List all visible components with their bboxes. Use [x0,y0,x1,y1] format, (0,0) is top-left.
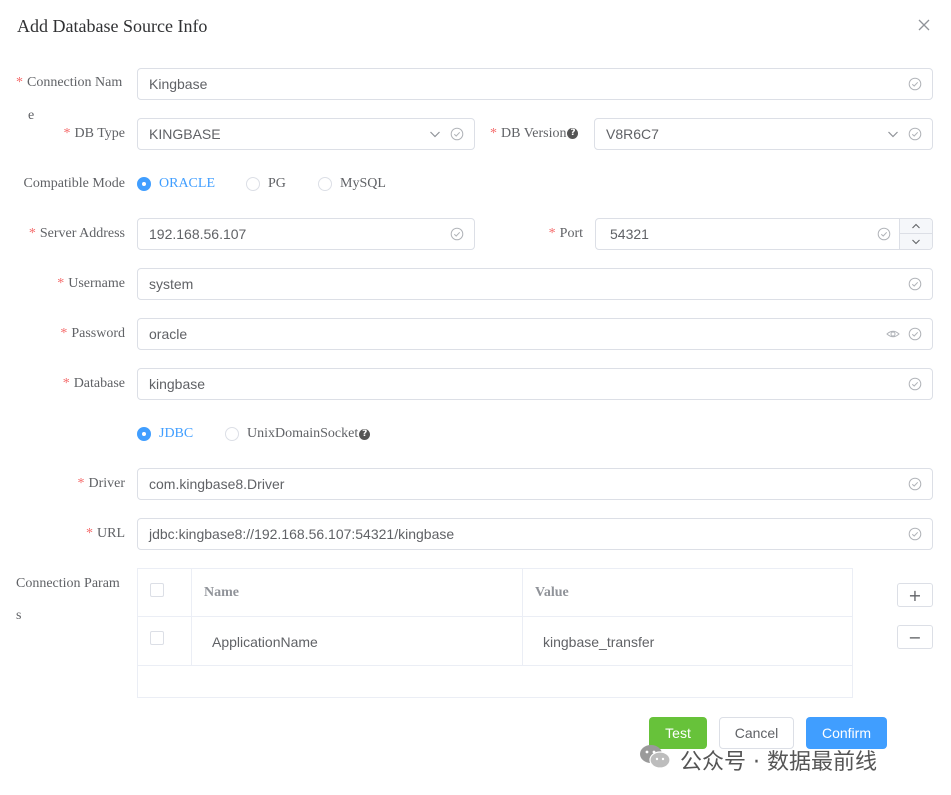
eye-icon[interactable] [886,327,900,341]
check-circle-icon [908,327,922,341]
connection-params-label: Connection Param [16,576,120,591]
connection-name-label: * Connection Nam [16,75,123,90]
radio-dot[interactable] [137,427,151,441]
db-type-label: * DB Type [63,126,125,141]
radio-mysql[interactable]: MySQL [318,176,386,192]
remove-param-button[interactable]: − [897,625,933,649]
db-type-select[interactable]: KINGBASE [137,118,475,150]
password-label: * Password [60,326,125,341]
port-increase-button[interactable] [899,219,932,234]
database-label: * Database [62,376,125,391]
radio-dot[interactable] [137,177,151,191]
username-input[interactable]: system [137,268,933,300]
check-circle-icon [908,477,922,491]
password-value: oracle [149,326,188,342]
radio-dot[interactable] [225,427,239,441]
url-label: * URL [86,526,125,541]
driver-value: com.kingbase8.Driver [149,476,285,492]
driver-label: * Driver [77,476,125,491]
server-address-label: * Server Address [28,226,125,241]
server-address-value: 192.168.56.107 [149,226,247,242]
connection-params-label-wrap: s [16,608,22,623]
password-input[interactable]: oracle [137,318,933,350]
check-circle-icon [908,377,922,391]
radio-jdbc[interactable]: JDBC [137,426,193,442]
connection-name-input[interactable]: Kingbase [137,68,933,100]
check-circle-icon [908,527,922,541]
url-value: jdbc:kingbase8://192.168.56.107:54321/ki… [149,526,455,542]
check-circle-icon [450,127,464,141]
chevron-down-icon[interactable] [428,127,442,141]
username-value: system [149,276,194,292]
select-all-checkbox[interactable] [150,583,164,597]
chevron-up-icon [912,223,920,229]
watermark: 公众号 · 数据最前线 [638,742,877,778]
watermark-text: 公众号 · 数据最前线 [680,750,877,775]
param-value-cell[interactable]: kingbase_transfer [543,634,654,650]
question-icon[interactable]: ? [567,128,579,140]
radio-oracle[interactable]: ORACLE [137,176,215,192]
connection-params-table: Name Value ApplicationName kingbase_tran… [137,568,853,698]
db-version-select[interactable]: V8R6C7 [594,118,933,150]
check-circle-icon [908,77,922,91]
check-circle-icon [908,127,922,141]
server-address-input[interactable]: 192.168.56.107 [137,218,475,250]
check-circle-icon [877,227,891,241]
check-circle-icon [908,277,922,291]
db-type-value: KINGBASE [149,126,221,142]
driver-input[interactable]: com.kingbase8.Driver [137,468,933,500]
check-circle-icon [450,227,464,241]
close-icon[interactable] [916,17,932,33]
dialog-title: Add Database Source Info [17,16,208,36]
chevron-down-icon [912,239,920,244]
column-header-value: Value [535,585,569,600]
row-checkbox[interactable] [150,631,164,645]
port-input[interactable]: 54321 [595,218,933,250]
param-name-cell[interactable]: ApplicationName [212,634,318,650]
table-row[interactable]: ApplicationName kingbase_transfer [138,617,852,665]
table-divider [138,665,852,666]
radio-pg[interactable]: PG [246,176,286,192]
column-header-name: Name [204,585,239,600]
port-decrease-button[interactable] [899,234,932,249]
port-value: 54321 [610,226,649,242]
radio-unix-domain-socket[interactable]: UnixDomainSocket? [225,426,371,442]
url-input[interactable]: jdbc:kingbase8://192.168.56.107:54321/ki… [137,518,933,550]
db-version-label: * DB Version? [490,126,579,142]
compatible-mode-label: Compatible Mode [23,176,126,191]
username-label: * Username [57,276,125,291]
database-value: kingbase [149,376,206,392]
question-icon[interactable]: ? [359,428,371,440]
connection-name-value: Kingbase [149,76,208,92]
connection-name-label-wrap: e [28,108,35,123]
db-version-value: V8R6C7 [606,126,659,142]
radio-dot[interactable] [318,177,332,191]
wechat-icon [638,742,672,778]
add-param-button[interactable]: + [897,583,933,607]
chevron-down-icon[interactable] [886,127,900,141]
port-label: * Port [548,226,583,241]
radio-dot[interactable] [246,177,260,191]
database-input[interactable]: kingbase [137,368,933,400]
